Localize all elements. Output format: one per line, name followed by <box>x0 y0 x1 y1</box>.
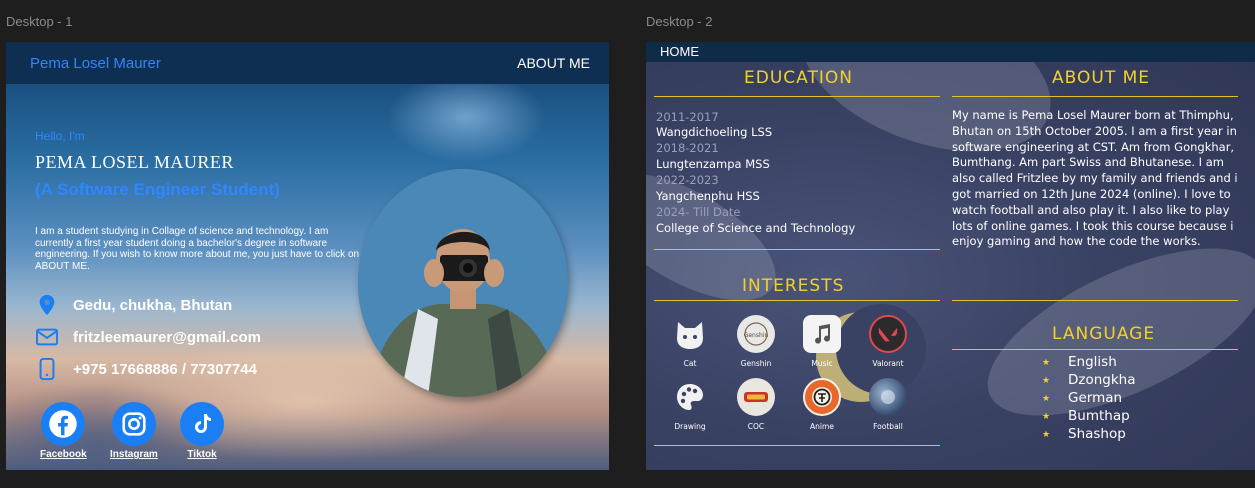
home-link[interactable]: HOME <box>660 44 699 59</box>
frame-label-desktop-1[interactable]: Desktop - 1 <box>6 14 72 29</box>
star-icon: ★ <box>1042 374 1051 385</box>
about-paragraph: My name is Pema Losel Maurer born at Thi… <box>952 108 1238 249</box>
divider <box>654 300 940 301</box>
education-years: 2011-2017 <box>656 110 719 124</box>
valorant-icon <box>869 315 907 353</box>
divider <box>654 445 940 446</box>
contact-phone: +975 17668886 / 77307744 <box>36 358 257 380</box>
coc-icon <box>737 378 775 416</box>
language-item: ★ English <box>1042 354 1117 370</box>
location-text: Gedu, chukha, Bhutan <box>73 296 233 314</box>
interest-genshin[interactable]: Genshin Genshin <box>726 315 786 368</box>
interest-label: COC <box>747 422 765 431</box>
interest-label: Football <box>873 422 903 431</box>
language-item: ★ Bumthap <box>1042 408 1130 424</box>
education-school: Lungtenzampa MSS <box>656 157 770 171</box>
interest-label: Drawing <box>674 422 706 431</box>
education-heading: EDUCATION <box>744 68 853 88</box>
about-me-link[interactable]: ABOUT ME <box>517 55 590 71</box>
star-icon: ★ <box>1042 392 1051 403</box>
greeting-text: Hello, I'm <box>35 129 85 143</box>
genshin-icon: Genshin <box>737 315 775 353</box>
star-icon: ★ <box>1042 410 1051 421</box>
about-heading: ABOUT ME <box>1052 68 1151 88</box>
site-name-link[interactable]: Pema Losel Maurer <box>30 55 161 72</box>
instagram-icon[interactable] <box>111 402 156 446</box>
interest-valorant[interactable]: Valorant <box>858 315 918 368</box>
instagram-label[interactable]: Instagram <box>110 449 158 460</box>
education-school: Yangchenphu HSS <box>656 189 760 203</box>
interest-anime[interactable]: Anime <box>792 378 852 431</box>
tiktok-label[interactable]: Tiktok <box>187 449 216 460</box>
interests-heading: INTERESTS <box>742 276 845 296</box>
interest-drawing[interactable]: Drawing <box>660 378 720 431</box>
education-years: 2024- Till Date <box>656 205 741 219</box>
top-nav: Pema Losel Maurer ABOUT ME <box>6 42 609 84</box>
interest-music[interactable]: Music <box>792 315 852 368</box>
education-years: 2018-2021 <box>656 141 719 155</box>
language-name: German <box>1068 390 1123 406</box>
language-name: Bumthap <box>1068 408 1130 424</box>
language-heading: LANGUAGE <box>1052 324 1156 344</box>
phone-icon <box>39 358 55 380</box>
education-school: College of Science and Technology <box>656 221 856 235</box>
divider <box>952 349 1238 350</box>
music-icon <box>803 315 841 353</box>
bio-paragraph: I am a student studying in Collage of sc… <box>35 226 360 272</box>
language-name: Dzongkha <box>1068 372 1136 388</box>
location-pin-icon <box>39 294 55 316</box>
email-link[interactable]: fritzleemaurer@gmail.com <box>73 329 261 346</box>
mail-icon <box>36 328 58 346</box>
interest-label: Valorant <box>872 359 904 368</box>
interest-label: Cat <box>683 359 697 368</box>
desktop-2-frame: HOME EDUCATION 2011-2017 Wangdichoeling … <box>646 42 1255 470</box>
interest-label: Genshin <box>740 359 772 368</box>
star-icon: ★ <box>1042 428 1051 439</box>
top-nav: HOME <box>646 42 1255 62</box>
facebook-icon[interactable] <box>41 402 86 446</box>
football-icon <box>869 378 907 416</box>
language-item: ★ Dzongkha <box>1042 372 1136 388</box>
full-name-heading: PEMA LOSEL MAURER <box>35 152 234 172</box>
divider <box>654 249 940 250</box>
svg-text:Genshin: Genshin <box>744 332 769 339</box>
sky-glow <box>386 72 546 162</box>
role-subtitle: (A Software Engineer Student) <box>35 180 280 199</box>
social-instagram[interactable]: Instagram <box>110 402 158 460</box>
divider <box>952 96 1238 97</box>
language-item: ★ Shashop <box>1042 426 1126 442</box>
facebook-label[interactable]: Facebook <box>40 449 87 460</box>
divider <box>654 96 940 97</box>
social-tiktok[interactable]: Tiktok <box>180 402 224 460</box>
contact-location: Gedu, chukha, Bhutan <box>36 294 232 316</box>
contact-email: fritzleemaurer@gmail.com <box>36 326 261 348</box>
tiktok-icon[interactable] <box>180 402 224 446</box>
language-item: ★ German <box>1042 390 1122 406</box>
anime-icon <box>803 378 841 416</box>
star-icon: ★ <box>1042 356 1051 367</box>
design-canvas: Desktop - 1 Desktop - 2 Pema Losel Maure… <box>0 0 1255 488</box>
desktop-1-frame: Pema Losel Maurer ABOUT ME Hello, I'm PE… <box>6 42 609 470</box>
interest-coc[interactable]: COC <box>726 378 786 431</box>
interest-cat[interactable]: Cat <box>660 315 720 368</box>
education-school: Wangdichoeling LSS <box>656 125 773 139</box>
palette-icon <box>671 378 709 416</box>
interest-label: Anime <box>810 422 834 431</box>
frame-label-desktop-2[interactable]: Desktop - 2 <box>646 14 712 29</box>
language-name: Shashop <box>1068 426 1126 442</box>
social-facebook[interactable]: Facebook <box>40 402 87 460</box>
profile-photo <box>358 169 568 397</box>
education-years: 2022-2023 <box>656 173 719 187</box>
language-name: English <box>1068 354 1117 370</box>
divider <box>952 300 1238 301</box>
interest-label: Music <box>811 359 833 368</box>
cat-icon <box>671 315 709 353</box>
interest-football[interactable]: Football <box>858 378 918 431</box>
phone-text: +975 17668886 / 77307744 <box>73 360 257 378</box>
